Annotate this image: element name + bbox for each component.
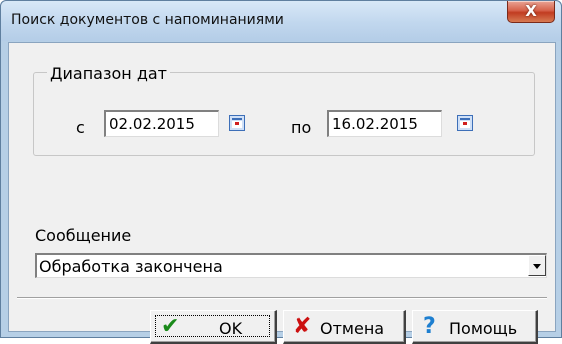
title-bar[interactable]: Поиск документов с напоминаниями X — [1, 1, 561, 41]
window-title: Поиск документов с напоминаниями — [11, 12, 284, 28]
cancel-button-label: Отмена — [320, 319, 385, 338]
ok-button[interactable]: ✔ OK — [150, 310, 277, 344]
message-select[interactable]: Обработка закончена — [35, 253, 547, 278]
message-label: Сообщение — [35, 226, 132, 245]
close-button[interactable]: X — [507, 1, 555, 23]
calendar-icon[interactable] — [457, 115, 473, 131]
dialog-body: Диапазон дат с 02.02.2015 по 16.02.2015 … — [8, 42, 556, 344]
help-button-label: Помощь — [449, 319, 518, 338]
date-to-label: по — [291, 118, 312, 137]
date-from-field[interactable]: 02.02.2015 — [104, 110, 219, 137]
date-from-label: с — [76, 118, 85, 137]
dialog-window: Поиск документов с напоминаниями X Диапа… — [0, 0, 562, 344]
message-selected-value: Обработка закончена — [39, 257, 223, 276]
calendar-icon[interactable] — [229, 115, 245, 131]
divider-highlight — [17, 298, 547, 299]
close-icon: X — [525, 2, 537, 20]
check-icon: ✔ — [161, 314, 180, 339]
cross-icon: ✘ — [293, 314, 312, 339]
ok-button-label: OK — [219, 319, 243, 338]
cancel-button[interactable]: ✘ Отмена — [283, 310, 406, 344]
date-to-value: 16.02.2015 — [332, 115, 418, 133]
date-from-value: 02.02.2015 — [109, 115, 195, 133]
question-icon: ? — [423, 314, 436, 339]
help-button[interactable]: ? Помощь — [412, 310, 538, 344]
chevron-down-icon[interactable] — [528, 255, 546, 276]
date-to-field[interactable]: 16.02.2015 — [327, 110, 442, 137]
date-range-label: Диапазон дат — [47, 64, 170, 83]
